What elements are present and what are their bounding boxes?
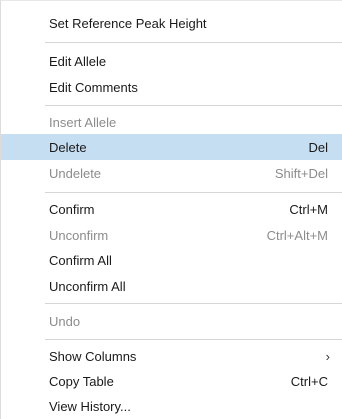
menu-item-confirm-all[interactable]: Confirm All: [1, 247, 342, 273]
menu-item-label: View History...: [49, 398, 131, 414]
menu-item-label: Copy Table: [49, 373, 114, 389]
menu-item-label: Insert Allele: [49, 114, 117, 130]
menu-separator: [45, 303, 342, 304]
context-menu: Set Reference Peak Height Edit Allele Ed…: [0, 0, 342, 419]
menu-item-unconfirm-all[interactable]: Unconfirm All: [1, 273, 342, 299]
chevron-right-icon: ›: [325, 348, 330, 364]
menu-item-label: Set Reference Peak Height: [49, 15, 207, 31]
menu-item-label: Confirm All: [49, 252, 112, 268]
menu-separator: [45, 42, 342, 43]
menu-item-shortcut: Shift+Del: [274, 165, 328, 181]
menu-item-undo: Undo: [1, 308, 342, 334]
menu-item-undelete: Undelete Shift+Del: [1, 160, 342, 186]
menu-item-shortcut: Ctrl+C: [290, 373, 328, 389]
menu-item-label: Show Columns: [49, 348, 137, 364]
menu-item-label: Confirm: [49, 201, 95, 217]
menu-separator: [45, 105, 342, 106]
menu-item-insert-allele: Insert Allele: [1, 109, 342, 135]
menu-item-label: Undo: [49, 313, 81, 329]
menu-separator: [45, 339, 342, 340]
menu-item-shortcut: Ctrl+Alt+M: [266, 227, 328, 243]
menu-item-label: Undelete: [49, 165, 102, 181]
menu-item-show-columns[interactable]: Show Columns ›: [1, 343, 342, 369]
menu-item-label: Edit Allele: [49, 53, 107, 69]
menu-item-label: Delete: [49, 139, 87, 155]
menu-item-edit-allele[interactable]: Edit Allele: [1, 48, 342, 74]
menu-separator: [45, 192, 342, 193]
menu-item-shortcut: Del: [308, 139, 328, 155]
menu-item-unconfirm: Unconfirm Ctrl+Alt+M: [1, 222, 342, 248]
menu-item-set-reference-peak-height[interactable]: Set Reference Peak Height: [1, 10, 342, 36]
menu-item-label: Edit Comments: [49, 79, 138, 95]
menu-item-shortcut: Ctrl+M: [289, 201, 328, 217]
menu-item-delete[interactable]: Delete Del: [1, 134, 342, 160]
menu-item-view-history[interactable]: View History...: [1, 393, 342, 419]
menu-item-copy-table[interactable]: Copy Table Ctrl+C: [1, 368, 342, 394]
menu-item-label: Unconfirm: [49, 227, 109, 243]
menu-item-confirm[interactable]: Confirm Ctrl+M: [1, 196, 342, 222]
menu-item-edit-comments[interactable]: Edit Comments: [1, 74, 342, 100]
menu-item-label: Unconfirm All: [49, 278, 126, 294]
